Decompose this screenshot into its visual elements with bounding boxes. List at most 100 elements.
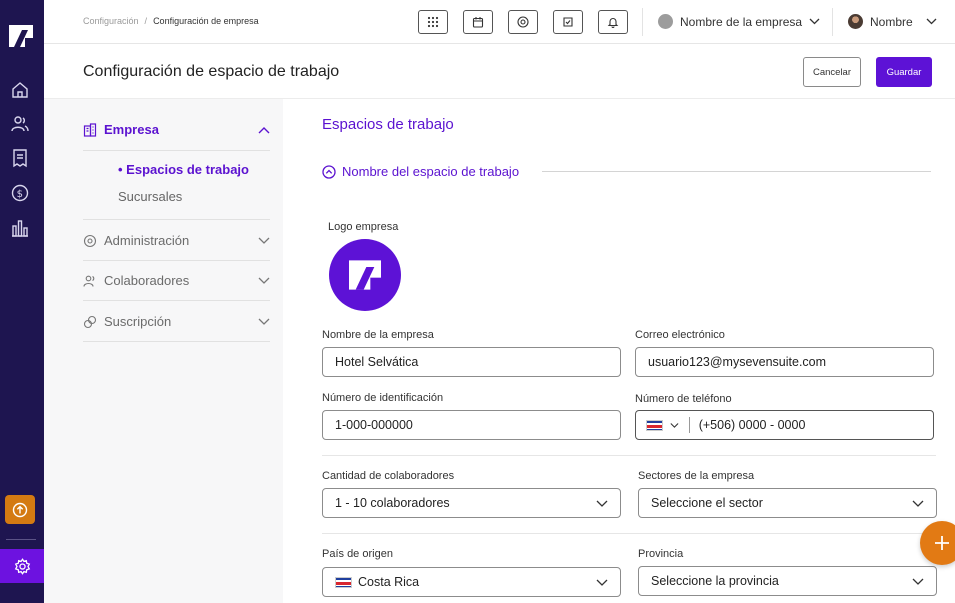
page-header: Configuración de espacio de trabajo Canc…: [44, 44, 955, 99]
save-button[interactable]: Guardar: [876, 57, 932, 87]
province-value: Seleccione la provincia: [651, 574, 779, 588]
cancel-button[interactable]: Cancelar: [803, 57, 861, 87]
company-avatar: [658, 14, 673, 29]
sidemenu-divider: [83, 260, 270, 261]
bar-chart-icon[interactable]: [10, 218, 30, 238]
sidemenu-section-label: Suscripción: [104, 314, 172, 329]
collaborators-select[interactable]: 1 - 10 colaboradores: [322, 488, 621, 518]
email-input[interactable]: [648, 355, 921, 369]
sectors-select[interactable]: Seleccione el sector: [638, 488, 937, 518]
country-value: Costa Rica: [358, 575, 420, 589]
bell-icon: [607, 18, 619, 28]
company-logo-upload[interactable]: [329, 239, 401, 311]
apps-grid-button[interactable]: [418, 10, 448, 34]
chevron-down-icon: [596, 579, 608, 586]
breadcrumb-separator: /: [144, 16, 148, 26]
avatar: [848, 14, 863, 29]
id-number-field[interactable]: [322, 410, 621, 440]
chevron-up-circle-icon: [322, 164, 336, 179]
sidemenu-divider: [83, 341, 270, 342]
notifications-button[interactable]: [598, 10, 628, 34]
calendar-button[interactable]: [463, 10, 493, 34]
chevron-down-icon: [912, 500, 924, 507]
sidemenu-divider: [83, 300, 270, 301]
building-icon: [83, 122, 97, 137]
company-name-field[interactable]: [322, 347, 621, 377]
sectors-label: Sectores de la empresa: [638, 470, 755, 482]
top-bar: Configuración / Configuración de empresa N…: [44, 0, 955, 44]
sidemenu-section-label: Administración: [104, 233, 190, 248]
add-fab-button[interactable]: [920, 521, 955, 565]
country-select[interactable]: Costa Rica: [322, 567, 621, 597]
badge-button[interactable]: [553, 10, 583, 34]
chevron-down-icon: [926, 18, 937, 25]
section-title: Espacios de trabajo: [322, 116, 454, 133]
sidemenu-section-suscripcion[interactable]: Suscripción: [83, 314, 270, 329]
target-button[interactable]: [508, 10, 538, 34]
id-number-input[interactable]: [335, 418, 608, 432]
topbar-divider: [642, 8, 643, 36]
costa-rica-flag-icon: [335, 576, 352, 588]
badge-icon: [563, 17, 573, 27]
settings-button[interactable]: [0, 549, 44, 583]
logo-label: Logo empresa: [328, 221, 399, 233]
admin-icon: [83, 234, 97, 247]
chevron-down-icon: [912, 578, 924, 585]
id-number-label: Número de identificación: [322, 392, 444, 404]
phone-divider: [688, 417, 690, 433]
brand-logo[interactable]: [8, 24, 34, 48]
user-name: Nombre: [870, 14, 913, 29]
email-field[interactable]: [635, 347, 934, 377]
chevron-down-icon: [258, 237, 270, 244]
settings-side-menu: Empresa • Espacios de trabajo Sucursales…: [44, 99, 283, 603]
plus-icon: [935, 536, 949, 550]
sidemenu-section-label: Empresa: [104, 122, 159, 137]
sidemenu-item-sucursales[interactable]: Sucursales: [118, 189, 182, 204]
chevron-up-icon: [258, 126, 270, 133]
chevron-down-icon: [596, 500, 608, 507]
company-select[interactable]: Nombre de la empresa: [658, 14, 820, 29]
sidemenu-section-colaboradores[interactable]: Colaboradores: [83, 273, 270, 288]
province-select[interactable]: Seleccione la provincia: [638, 566, 937, 596]
gear-icon: [14, 557, 30, 575]
rail-divider: [6, 539, 36, 540]
users-icon[interactable]: [10, 114, 30, 134]
chevron-down-icon: [809, 18, 820, 25]
breadcrumb: Configuración / Configuración de empresa: [83, 16, 259, 26]
company-logo-icon: [349, 260, 381, 291]
sectors-value: Seleccione el sector: [651, 496, 763, 510]
app-rail: $: [0, 0, 44, 603]
form-divider: [322, 533, 936, 534]
arrow-up-circle-icon: [12, 502, 28, 517]
receipt-icon[interactable]: [10, 148, 30, 168]
collaborators-value: 1 - 10 colaboradores: [335, 496, 450, 510]
group-title: Nombre del espacio de trabajo: [342, 164, 520, 179]
country-label: País de origen: [322, 548, 393, 560]
company-name-input[interactable]: [335, 355, 608, 369]
svg-text:$: $: [17, 189, 23, 200]
costa-rica-flag-icon[interactable]: [646, 419, 663, 431]
chevron-down-icon[interactable]: [670, 422, 679, 429]
apps-grid-icon: [427, 16, 439, 28]
target-icon: [517, 16, 529, 28]
sidemenu-divider: [83, 150, 270, 151]
subscription-icon: [83, 315, 97, 328]
group-toggle[interactable]: Nombre del espacio de trabajo: [322, 164, 519, 179]
phone-field[interactable]: [635, 410, 934, 440]
breadcrumb-current: Configuración de empresa: [153, 16, 259, 26]
topbar-divider: [832, 8, 833, 36]
sidemenu-item-espacios-de-trabajo[interactable]: • Espacios de trabajo: [118, 162, 249, 177]
collaborators-label: Cantidad de colaboradores: [322, 470, 455, 482]
email-label: Correo electrónico: [635, 329, 725, 341]
company-name-label: Nombre de la empresa: [322, 329, 434, 341]
breadcrumb-parent[interactable]: Configuración: [83, 16, 139, 26]
home-icon[interactable]: [10, 80, 30, 100]
group-divider: [542, 171, 931, 172]
sidemenu-section-administracion[interactable]: Administración: [83, 233, 270, 248]
upgrade-button[interactable]: [5, 495, 35, 524]
money-icon[interactable]: $: [10, 183, 30, 203]
phone-input[interactable]: [698, 418, 923, 432]
user-menu[interactable]: Nombre: [848, 14, 937, 29]
sidemenu-divider: [83, 219, 270, 220]
sidemenu-section-empresa[interactable]: Empresa: [83, 122, 270, 137]
